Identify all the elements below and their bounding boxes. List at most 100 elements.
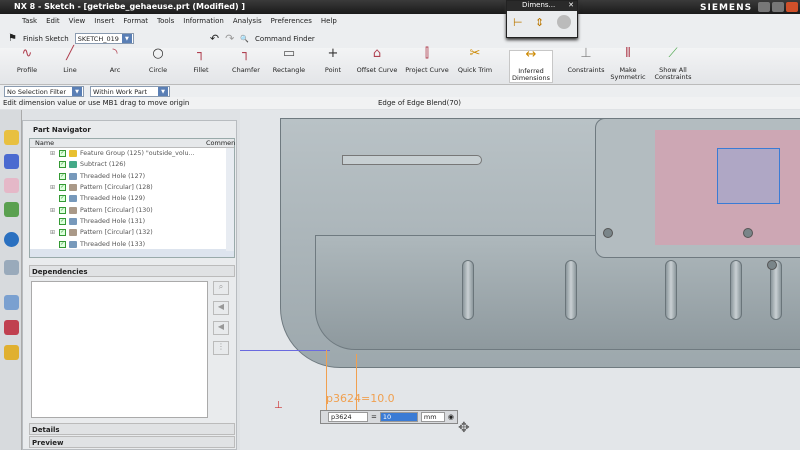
sketch-plane-marker xyxy=(717,148,780,204)
menu-view[interactable]: View xyxy=(69,17,86,29)
line-icon: ╱ xyxy=(66,46,74,61)
resource-bar xyxy=(0,110,22,450)
close-icon[interactable]: ✕ xyxy=(568,1,577,9)
part-navigator-icon[interactable] xyxy=(4,178,19,193)
menu-insert[interactable]: Insert xyxy=(94,17,114,29)
inferred-dimensions-icon: ↔ xyxy=(525,47,537,62)
project-curve-button[interactable]: ⫿ Project Curve xyxy=(402,46,452,74)
web-browser-icon[interactable] xyxy=(4,260,19,275)
window-title: NX 8 - Sketch - [getriebe_gehaeuse.prt (… xyxy=(14,2,246,11)
menu-information[interactable]: Information xyxy=(183,17,224,29)
title-bar: NX 8 - Sketch - [getriebe_gehaeuse.prt (… xyxy=(0,0,800,14)
part-navigator-panel: Part Navigator Name Commen ⊞ ✓ Feature Grou… xyxy=(22,120,237,450)
constraint-navigator-icon[interactable] xyxy=(4,154,19,169)
options-icon[interactable]: ⋮ xyxy=(213,341,229,355)
rectangle-button[interactable]: ▭ Rectangle xyxy=(264,46,314,74)
offset-curve-icon: ⌂ xyxy=(372,46,382,61)
menu-task[interactable]: Task xyxy=(22,17,37,29)
assembly-navigator-icon[interactable] xyxy=(4,130,19,145)
dimension-value-field[interactable]: 10 xyxy=(379,412,418,422)
inferred-dimension-icon[interactable]: ⊢ xyxy=(513,16,523,29)
part-navigator-title: Part Navigator xyxy=(33,126,91,134)
menu-tools[interactable]: Tools xyxy=(157,17,174,29)
dependencies-list xyxy=(31,281,208,418)
status-bar: Edit dimension value or use MB1 drag to … xyxy=(0,97,800,109)
tree-row[interactable]: ⊞ ✓ Pattern [Circular] (130) xyxy=(30,204,234,215)
menu-edit[interactable]: Edit xyxy=(46,17,60,29)
reuse-library-icon[interactable] xyxy=(4,202,19,217)
fillet-button[interactable]: ┐ Fillet xyxy=(176,46,226,74)
rectangle-icon: ▭ xyxy=(282,46,296,61)
quick-trim-icon: ✂ xyxy=(469,46,481,61)
search-icon[interactable]: ⌕ xyxy=(213,281,229,295)
offset-curve-button[interactable]: ⌂ Offset Curve xyxy=(352,46,402,74)
dimension-name-field[interactable]: p3624 xyxy=(328,412,368,422)
preview-header[interactable]: Preview xyxy=(29,436,235,448)
quick-trim-button[interactable]: ✂ Quick Trim xyxy=(450,46,500,74)
comment-column-header[interactable]: Commen xyxy=(206,139,235,147)
finish-sketch-button[interactable]: Finish Sketch xyxy=(23,35,69,43)
tree-row[interactable]: ✓ Subtract (126) xyxy=(30,159,234,170)
details-header[interactable]: Details xyxy=(29,423,235,435)
options-icon[interactable]: ◉ xyxy=(448,413,454,421)
fillet-icon: ┐ xyxy=(197,46,205,61)
finish-sketch-icon[interactable]: ⚑ xyxy=(8,33,17,44)
radial-dimension-icon[interactable] xyxy=(557,15,571,29)
move-cursor-icon: ✥ xyxy=(458,420,470,436)
dimension-label[interactable]: p3624=10.0 xyxy=(326,392,395,405)
tree-row[interactable]: ✓ Threaded Hole (127) xyxy=(30,171,234,182)
roles-icon[interactable] xyxy=(4,320,19,335)
graphics-window[interactable]: p3624=10.0 p3624 = 10 mm ◉ ⊥ ✥ xyxy=(240,110,800,450)
menu-analysis[interactable]: Analysis xyxy=(233,17,262,29)
command-finder-icon[interactable]: 🔍 xyxy=(240,35,249,43)
minimize-button[interactable] xyxy=(758,2,770,12)
make-symmetric-button[interactable]: ⫴ Make Symmetric xyxy=(603,46,653,81)
siemens-logo: SIEMENS xyxy=(700,3,753,13)
arrow-left-icon[interactable]: ◀ xyxy=(213,321,229,335)
command-finder-button[interactable]: Command Finder xyxy=(255,35,315,43)
undo-icon[interactable]: ↶ xyxy=(210,32,219,45)
show-constraints-icon: ⟋ xyxy=(668,46,678,61)
inferred-dimensions-button[interactable]: ↔ Inferred Dimensions xyxy=(509,47,553,83)
clock-icon[interactable] xyxy=(4,295,19,310)
sketch-ribbon: ∿ Profile ╱ Line ◝ Arc ○ Circle ┐ Fillet ┐ Cha… xyxy=(0,46,800,85)
dimension-edit-box: p3624 = 10 mm ◉ xyxy=(320,410,458,424)
maximize-button[interactable] xyxy=(772,2,784,12)
history-icon[interactable] xyxy=(4,232,19,247)
menu-format[interactable]: Format xyxy=(123,17,148,29)
arrow-left-icon[interactable]: ◀ xyxy=(213,301,229,315)
unit-select[interactable]: mm xyxy=(420,412,445,422)
perimeter-dimension-icon[interactable]: ⇕ xyxy=(535,16,544,29)
vertical-scrollbar[interactable] xyxy=(226,148,234,251)
point-button[interactable]: + Point xyxy=(308,46,358,74)
tree-row[interactable]: ⊞ ✓ Pattern [Circular] (128) xyxy=(30,182,234,193)
point-icon: + xyxy=(327,46,339,61)
dimensions-popup: Dimens... ✕ ⊢ ⇕ xyxy=(506,0,578,38)
status-prompt: Edit dimension value or use MB1 drag to … xyxy=(3,99,190,107)
tree-row[interactable]: ⊞ ✓ Pattern [Circular] (132) xyxy=(30,227,234,238)
menu-preferences[interactable]: Preferences xyxy=(271,17,312,29)
name-column-header[interactable]: Name xyxy=(35,139,54,147)
selection-filter-select[interactable]: No Selection Filter xyxy=(4,85,84,97)
system-materials-icon[interactable] xyxy=(4,345,19,360)
show-all-constraints-button[interactable]: ⟋ Show All Constraints xyxy=(648,46,698,81)
selection-bar: No Selection Filter Within Work Part Onl… xyxy=(0,85,800,106)
menu-help[interactable]: Help xyxy=(321,17,337,29)
tree-row[interactable]: ⊞ ✓ Feature Group (125) "outside_volu... xyxy=(30,148,234,159)
horizontal-scrollbar[interactable] xyxy=(30,249,234,257)
tree-row[interactable]: ✓ Threaded Hole (131) xyxy=(30,216,234,227)
line-button[interactable]: ╱ Line xyxy=(45,46,95,74)
make-symmetric-icon: ⫴ xyxy=(625,46,631,61)
tree-row[interactable]: ✓ Threaded Hole (133) xyxy=(30,238,234,249)
scope-select[interactable]: Within Work Part Only xyxy=(90,85,170,106)
tree-row[interactable]: ✓ Threaded Hole (129) xyxy=(30,193,234,204)
sketch-toolbar: ⚑ Finish Sketch SKETCH_019 ↶ ↷ 🔍 Command… xyxy=(0,29,800,48)
project-curve-icon: ⫿ xyxy=(424,46,430,61)
menu-bar: Task Edit View Insert Format Tools Infor… xyxy=(0,14,800,29)
axis-triad-icon: ⊥ xyxy=(274,400,283,411)
rib xyxy=(342,155,482,165)
sketch-name-select[interactable]: SKETCH_019 xyxy=(74,33,134,44)
dependencies-header[interactable]: Dependencies xyxy=(29,265,235,277)
close-button[interactable] xyxy=(786,2,798,12)
redo-icon[interactable]: ↷ xyxy=(225,32,234,45)
